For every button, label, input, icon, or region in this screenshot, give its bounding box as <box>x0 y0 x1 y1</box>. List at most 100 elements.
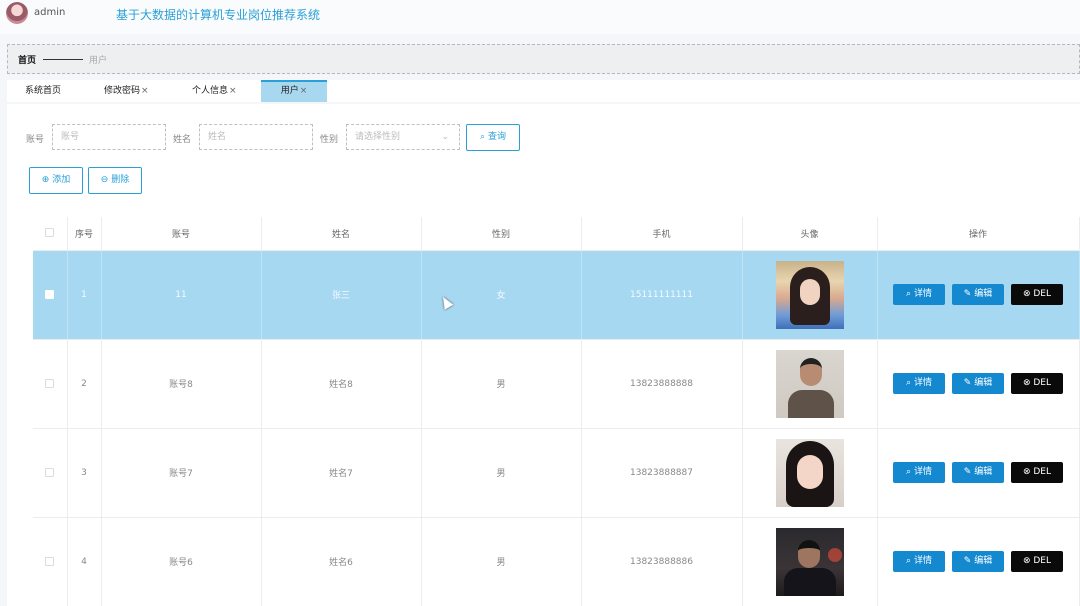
pencil-icon: ✎ <box>963 378 975 388</box>
row-checkbox[interactable] <box>45 289 55 299</box>
detail-label: 详情 <box>913 289 932 299</box>
row-name: 姓名6 <box>261 517 422 606</box>
row-name: 姓名8 <box>261 339 422 429</box>
row-checkbox[interactable] <box>45 556 55 566</box>
del-button[interactable]: ⊗ DEL <box>1011 462 1063 483</box>
main-content: 账号 账号 姓名 姓名 性别 请选择性别 ⌄ ⌕ 查询 ⊕ 添加 ⊖ 删除 序号… <box>7 104 1080 606</box>
del-button[interactable]: ⊗ DEL <box>1011 284 1063 305</box>
search-icon: ⌕ <box>906 556 914 566</box>
del-button[interactable]: ⊗ DEL <box>1011 373 1063 394</box>
row-index: 2 <box>67 339 102 429</box>
username[interactable]: admin <box>34 7 65 18</box>
top-header: admin 基于大数据的计算机专业岗位推荐系统 <box>0 0 1080 34</box>
tab-label: 个人信息 <box>192 86 229 96</box>
search-icon: ⌕ <box>906 467 914 477</box>
edit-label: 编辑 <box>974 378 993 388</box>
query-label: 查询 <box>487 132 506 142</box>
column-header: 账号 <box>101 217 262 251</box>
search-icon: ⌕ <box>906 378 914 388</box>
user-avatar[interactable] <box>6 2 28 24</box>
row-phone: 15111111111 <box>581 250 743 340</box>
column-header: 序号 <box>67 217 102 251</box>
detail-button[interactable]: ⌕ 详情 <box>893 284 945 305</box>
table-row[interactable]: 4 账号6 姓名6 男 13823888886 ⌕ 详情 ✎ 编辑 ⊗ DEL <box>33 517 1080 606</box>
row-index: 4 <box>67 517 102 606</box>
row-account: 账号8 <box>101 339 262 429</box>
detail-button[interactable]: ⌕ 详情 <box>893 373 945 394</box>
breadcrumb-separator <box>43 59 83 60</box>
detail-label: 详情 <box>913 467 932 477</box>
tab-label: 系统首页 <box>25 86 62 96</box>
row-phone: 13823888887 <box>581 428 743 518</box>
edit-button[interactable]: ✎ 编辑 <box>952 551 1004 572</box>
minus-circle-icon: ⊖ <box>100 175 109 185</box>
delete-label: 删除 <box>111 175 130 185</box>
column-header: 操作 <box>877 217 1080 251</box>
add-label: 添加 <box>52 175 71 185</box>
close-circle-icon: ⊗ <box>1022 378 1034 388</box>
tab-change-password[interactable]: 修改密码× <box>96 80 157 102</box>
add-button[interactable]: ⊕ 添加 <box>29 167 83 194</box>
row-index: 1 <box>67 250 102 340</box>
breadcrumb-home[interactable]: 首页 <box>18 53 36 66</box>
row-name: 姓名7 <box>261 428 422 518</box>
gender-select[interactable]: 请选择性别 ⌄ <box>346 124 460 150</box>
pencil-icon: ✎ <box>963 556 975 566</box>
detail-label: 详情 <box>913 556 932 566</box>
edit-button[interactable]: ✎ 编辑 <box>952 373 1004 394</box>
edit-button[interactable]: ✎ 编辑 <box>952 462 1004 483</box>
user-photo <box>775 438 844 507</box>
column-header: 姓名 <box>261 217 422 251</box>
tab-users[interactable]: 用户× <box>261 80 327 102</box>
tab-profile[interactable]: 个人信息× <box>184 80 245 102</box>
breadcrumb-current: 用户 <box>89 56 108 66</box>
users-table: 序号 账号 姓名 性别 手机 头像 操作 1 11 张三 女 151111111… <box>33 217 1080 606</box>
del-button[interactable]: ⊗ DEL <box>1011 551 1063 572</box>
close-icon[interactable]: × <box>300 86 308 96</box>
gender-placeholder: 请选择性别 <box>355 132 401 142</box>
close-icon[interactable]: × <box>229 86 237 96</box>
del-label: DEL <box>1033 467 1052 477</box>
tab-home[interactable]: 系统首页 <box>17 80 69 102</box>
table-header-row: 序号 账号 姓名 性别 手机 头像 操作 <box>33 217 1080 251</box>
row-gender: 男 <box>421 428 582 518</box>
close-circle-icon: ⊗ <box>1022 556 1034 566</box>
row-checkbox[interactable] <box>45 467 55 477</box>
row-gender: 男 <box>421 339 582 429</box>
table-row[interactable]: 1 11 张三 女 15111111111 ⌕ 详情 ✎ 编辑 ⊗ DEL <box>33 250 1080 340</box>
del-label: DEL <box>1033 289 1052 299</box>
detail-button[interactable]: ⌕ 详情 <box>893 551 945 572</box>
user-photo <box>775 349 844 418</box>
column-header: 头像 <box>742 217 878 251</box>
table-row[interactable]: 3 账号7 姓名7 男 13823888887 ⌕ 详情 ✎ 编辑 ⊗ DEL <box>33 428 1080 518</box>
row-gender: 男 <box>421 517 582 606</box>
row-account: 账号7 <box>101 428 262 518</box>
row-index: 3 <box>67 428 102 518</box>
search-icon: ⌕ <box>480 132 486 142</box>
plus-circle-icon: ⊕ <box>41 175 50 185</box>
close-circle-icon: ⊗ <box>1022 289 1034 299</box>
edit-label: 编辑 <box>974 289 993 299</box>
del-label: DEL <box>1033 556 1052 566</box>
tab-bar: 系统首页 修改密码× 个人信息× 用户× <box>7 80 1080 102</box>
breadcrumb: 首页 用户 <box>7 44 1080 74</box>
edit-label: 编辑 <box>974 467 993 477</box>
column-header: 性别 <box>421 217 582 251</box>
tab-label: 用户 <box>280 86 299 96</box>
edit-button[interactable]: ✎ 编辑 <box>952 284 1004 305</box>
query-button[interactable]: ⌕ 查询 <box>466 124 520 151</box>
pencil-icon: ✎ <box>963 467 975 477</box>
table-row[interactable]: 2 账号8 姓名8 男 13823888888 ⌕ 详情 ✎ 编辑 ⊗ DEL <box>33 339 1080 429</box>
select-all-cell[interactable] <box>33 217 68 251</box>
tab-label: 修改密码 <box>104 86 141 96</box>
row-checkbox[interactable] <box>45 378 55 388</box>
delete-button[interactable]: ⊖ 删除 <box>88 167 142 194</box>
app-title: 基于大数据的计算机专业岗位推荐系统 <box>116 8 321 22</box>
search-icon: ⌕ <box>906 289 914 299</box>
close-icon[interactable]: × <box>141 86 149 96</box>
detail-button[interactable]: ⌕ 详情 <box>893 462 945 483</box>
select-all-checkbox[interactable] <box>45 228 55 238</box>
chevron-down-icon: ⌄ <box>441 132 449 142</box>
account-input[interactable]: 账号 <box>52 124 166 150</box>
name-input[interactable]: 姓名 <box>199 124 313 150</box>
